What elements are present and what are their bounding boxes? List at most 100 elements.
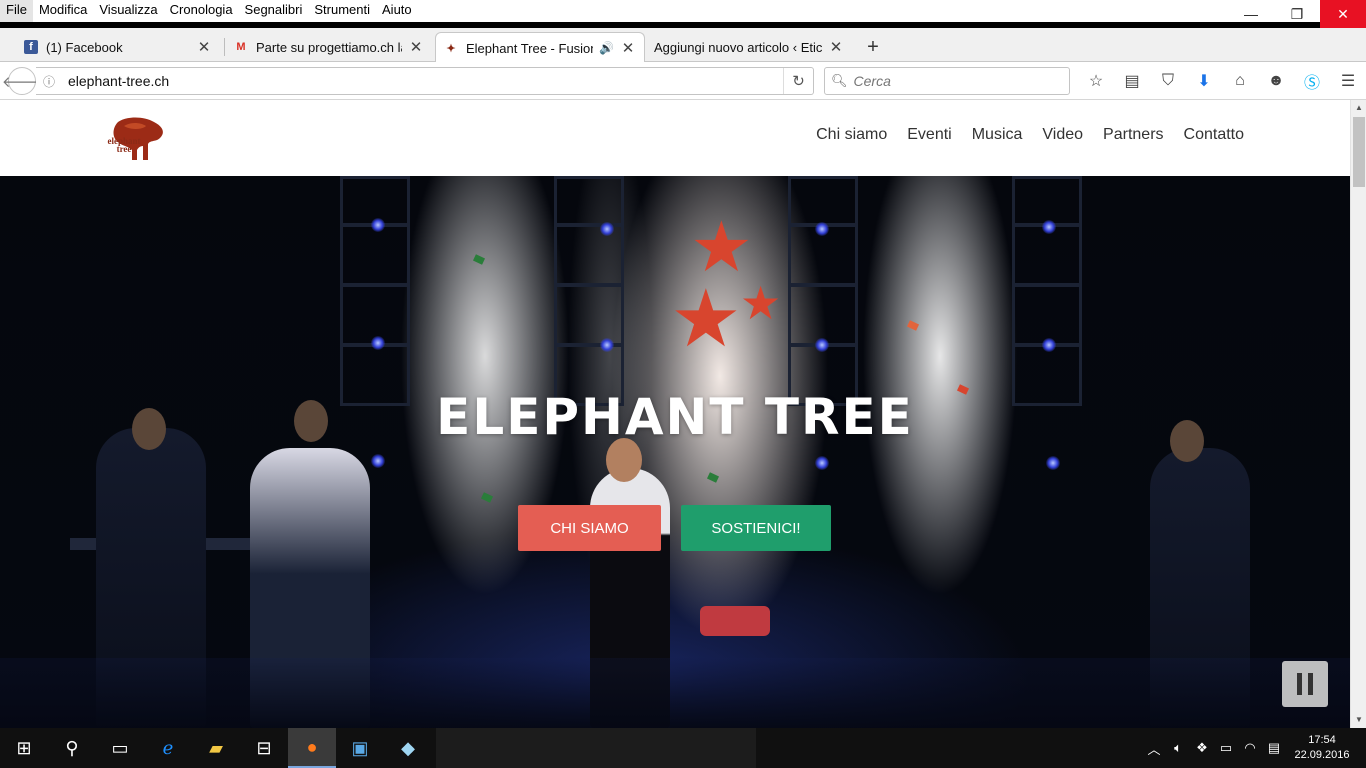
elephant-tree-icon: ✦ [446, 42, 456, 55]
page-content: elephant tree Chi siamo Eventi Musica Vi… [0, 100, 1350, 728]
volume-icon[interactable]: 🔈︎ [1166, 740, 1190, 756]
nav-video[interactable]: Video [1042, 126, 1083, 144]
hamburger-menu-icon[interactable]: ☰ [1330, 67, 1366, 95]
info-icon[interactable]: ⓘ [36, 73, 62, 90]
close-tab-icon[interactable]: ✕ [828, 38, 844, 56]
navigation-bar: 🡐 ⓘ elephant-tree.ch ↻ 🔍︎ ☆ ▤ ⛉ ⬇ ⌂ ☻ Ⓢ … [0, 62, 1366, 100]
reading-list-icon[interactable]: ▤ [1114, 67, 1150, 95]
nav-eventi[interactable]: Eventi [907, 126, 951, 144]
window-controls: — ❐ ✕ [1228, 0, 1366, 28]
close-tab-icon[interactable]: ✕ [408, 38, 424, 56]
tab-label: Elephant Tree - Fusion... [466, 40, 593, 56]
close-window-button[interactable]: ✕ [1320, 0, 1366, 28]
menu-cronologia[interactable]: Cronologia [164, 0, 239, 22]
tab-label: (1) Facebook [46, 39, 123, 55]
battery-icon[interactable]: ▭ [1214, 740, 1238, 756]
nav-musica[interactable]: Musica [972, 126, 1023, 144]
search-icon: 🔍︎ [831, 73, 848, 88]
stage-light [600, 222, 614, 236]
windows-start-icon[interactable]: ⊞ [0, 728, 48, 768]
file-explorer-icon[interactable]: ▰ [192, 728, 240, 768]
url-bar[interactable]: ⓘ elephant-tree.ch ↻ [36, 67, 814, 95]
stage-light [371, 336, 385, 350]
minimize-button[interactable]: — [1228, 0, 1274, 28]
app-window-icon[interactable]: ▣ [336, 728, 384, 768]
tab-label: Parte su progettiamo.ch la... [256, 39, 402, 55]
stage-truss [1012, 176, 1082, 406]
new-tab-button[interactable]: + [860, 36, 886, 60]
tab-label: Aggiungi nuovo articolo ‹ Etici... [654, 39, 822, 55]
wifi-icon[interactable]: ◠ [1238, 740, 1262, 756]
menu-modifica[interactable]: Modifica [33, 0, 93, 22]
clock-time: 17:54 [1308, 734, 1336, 746]
page-scrollbar[interactable]: ▲ ▼ [1350, 100, 1366, 728]
pause-icon [1297, 673, 1302, 695]
firefox-icon[interactable]: ● [288, 728, 336, 768]
home-icon[interactable]: ⌂ [1222, 67, 1258, 95]
stage-light [371, 454, 385, 468]
scroll-thumb[interactable] [1353, 117, 1365, 187]
menu-aiuto[interactable]: Aiuto [376, 0, 418, 22]
stage-truss [788, 176, 858, 406]
skype-icon[interactable]: Ⓢ [1294, 67, 1330, 95]
stage-light [815, 338, 829, 352]
confetti-decoration [472, 254, 486, 265]
menu-bar: File Modifica Visualizza Cronologia Segn… [0, 0, 1366, 22]
search-icon[interactable]: ⚲ [48, 728, 96, 768]
site-header: elephant tree Chi siamo Eventi Musica Vi… [0, 100, 1350, 176]
store-icon[interactable]: ⊟ [240, 728, 288, 768]
restore-button[interactable]: ❐ [1274, 0, 1320, 28]
stage-light [815, 456, 829, 470]
star-decoration: ★ [670, 274, 742, 363]
search-bar[interactable]: 🔍︎ [824, 67, 1070, 95]
tab-aggiungi-articolo[interactable]: Aggiungi nuovo articolo ‹ Etici... ✕ [646, 32, 852, 62]
pocket-icon[interactable]: ⛉ [1150, 67, 1186, 95]
hero-title: ELEPHANT TREE [436, 388, 914, 446]
stage-light [1046, 456, 1060, 470]
nav-chi-siamo[interactable]: Chi siamo [816, 126, 887, 144]
stage-light [600, 338, 614, 352]
search-input[interactable] [853, 73, 1054, 89]
confetti-decoration [906, 320, 920, 331]
notification-icon[interactable]: ▤ [1262, 740, 1286, 756]
scroll-up-arrow[interactable]: ▲ [1351, 100, 1366, 116]
nav-partners[interactable]: Partners [1103, 126, 1163, 144]
tab-facebook[interactable]: f (1) Facebook ✕ [16, 32, 220, 62]
scroll-down-arrow[interactable]: ▼ [1351, 712, 1366, 728]
speaker-icon[interactable]: 🔊 [599, 41, 614, 55]
menu-visualizza[interactable]: Visualizza [93, 0, 163, 22]
chi-siamo-button[interactable]: CHI SIAMO [518, 505, 661, 551]
url-text[interactable]: elephant-tree.ch [62, 73, 783, 89]
logo-line-2: tree [116, 144, 132, 154]
hello-icon[interactable]: ☻ [1258, 67, 1294, 95]
back-button[interactable]: 🡐 [2, 67, 42, 95]
stage-truss [554, 176, 624, 406]
dropbox-icon[interactable]: ❖ [1190, 740, 1214, 756]
task-view-icon[interactable]: ▭ [96, 728, 144, 768]
confetti-decoration [480, 492, 494, 503]
bookmark-star-icon[interactable]: ☆ [1078, 67, 1114, 95]
menu-segnalibri[interactable]: Segnalibri [239, 0, 309, 22]
close-tab-icon[interactable]: ✕ [620, 39, 636, 57]
tab-strip: f (1) Facebook ✕ M Parte su progettiamo.… [0, 28, 1366, 63]
system-clock[interactable]: 17:54 22.09.2016 [1290, 733, 1354, 763]
taskbar-empty-region [436, 728, 756, 768]
reload-button[interactable]: ↻ [783, 68, 813, 94]
sostienici-button[interactable]: SOSTIENICI! [681, 505, 831, 551]
tab-gmail[interactable]: M Parte su progettiamo.ch la... ✕ [226, 32, 432, 62]
tab-separator [224, 38, 225, 56]
download-icon[interactable]: ⬇ [1186, 67, 1222, 95]
pause-video-button[interactable] [1282, 661, 1328, 707]
edge-icon[interactable]: ℯ [144, 728, 192, 768]
show-hidden-icons-icon[interactable]: ︿ [1142, 739, 1166, 758]
tab-elephant-tree[interactable]: ✦ Elephant Tree - Fusion... 🔊 ✕ [435, 32, 645, 63]
logo-wordmark: elephant tree [104, 137, 144, 154]
notes-app-icon[interactable]: ◆ [384, 728, 432, 768]
stage-light [1042, 220, 1056, 234]
menu-file[interactable]: File [0, 0, 33, 22]
close-tab-icon[interactable]: ✕ [196, 38, 212, 56]
gmail-icon: M [236, 41, 246, 53]
menu-strumenti[interactable]: Strumenti [308, 0, 376, 22]
nav-contatto[interactable]: Contatto [1184, 126, 1244, 144]
system-tray: ︿ 🔈︎ ❖ ▭ ◠ ▤ 17:54 22.09.2016 [1142, 728, 1354, 768]
